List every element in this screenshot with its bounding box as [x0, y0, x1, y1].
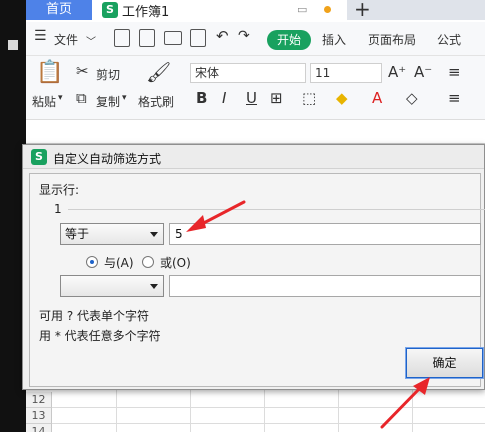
annotation-arrows: [186, 200, 430, 429]
annotation-arrow-input: [186, 200, 246, 232]
annotation-arrow-ok: [380, 377, 430, 429]
